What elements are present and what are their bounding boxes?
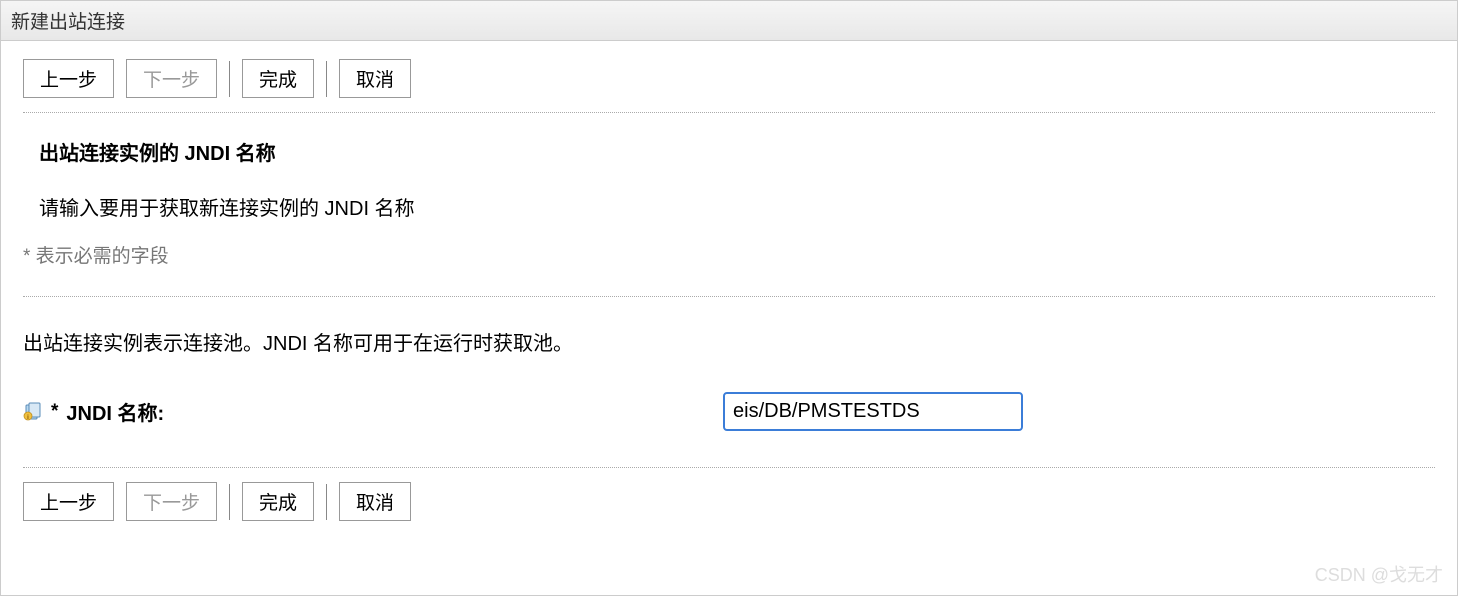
button-divider	[326, 61, 327, 97]
back-button[interactable]: 上一步	[23, 59, 114, 98]
info-icon: i	[23, 402, 43, 422]
bottom-button-row: 上一步 下一步 完成 取消	[23, 467, 1435, 521]
next-button: 下一步	[126, 59, 217, 98]
section-heading: 出站连接实例的 JNDI 名称	[39, 137, 1435, 166]
jndi-field-row: i * JNDI 名称:	[23, 392, 1435, 431]
field-label-group: i * JNDI 名称:	[23, 397, 723, 426]
cancel-button[interactable]: 取消	[339, 482, 411, 521]
panel-content: 上一步 下一步 完成 取消 出站连接实例的 JNDI 名称 请输入要用于获取新连…	[1, 41, 1457, 539]
back-button[interactable]: 上一步	[23, 482, 114, 521]
button-divider	[326, 484, 327, 520]
separator	[23, 112, 1435, 113]
instruction-text: 请输入要用于获取新连接实例的 JNDI 名称	[39, 192, 1435, 221]
cancel-button[interactable]: 取消	[339, 59, 411, 98]
button-divider	[229, 61, 230, 97]
button-divider	[229, 484, 230, 520]
finish-button[interactable]: 完成	[242, 59, 314, 98]
required-fields-note: * 表示必需的字段	[23, 241, 1435, 268]
separator	[23, 296, 1435, 297]
watermark: CSDN @戈无才	[1315, 561, 1443, 587]
panel-title: 新建出站连接	[1, 1, 1457, 41]
finish-button[interactable]: 完成	[242, 482, 314, 521]
top-button-row: 上一步 下一步 完成 取消	[23, 59, 1435, 98]
wizard-panel: 新建出站连接 上一步 下一步 完成 取消 出站连接实例的 JNDI 名称 请输入…	[0, 0, 1458, 596]
required-asterisk: *	[51, 401, 58, 423]
jndi-name-input[interactable]	[723, 392, 1023, 431]
description-text: 出站连接实例表示连接池。JNDI 名称可用于在运行时获取池。	[23, 327, 1435, 356]
jndi-label: JNDI 名称:	[66, 397, 164, 426]
next-button: 下一步	[126, 482, 217, 521]
